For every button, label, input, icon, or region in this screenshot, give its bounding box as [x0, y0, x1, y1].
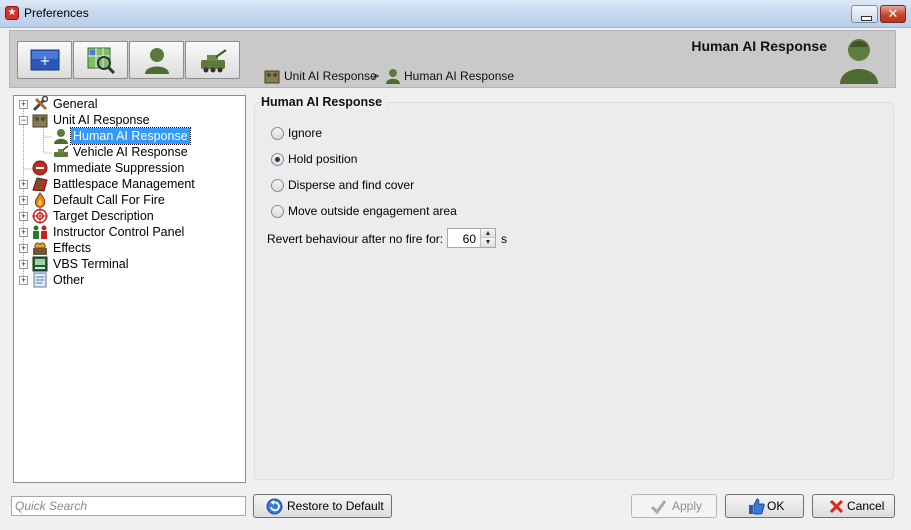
radio-label: Move outside engagement area — [288, 204, 457, 218]
expand-icon[interactable]: + — [19, 180, 28, 189]
soldier-icon — [54, 129, 68, 144]
soldier-icon — [386, 69, 400, 84]
tree-item-label: Vehicle AI Response — [73, 145, 188, 159]
section-title: Human AI Response — [261, 95, 387, 109]
radio-button[interactable] — [271, 179, 284, 192]
button-label: Apply — [672, 499, 703, 513]
radio-label: Hold position — [288, 152, 358, 166]
seconds-unit-label: s — [501, 232, 507, 246]
terminal-icon — [32, 256, 48, 272]
toolbar-button-map-search[interactable] — [73, 41, 128, 79]
radio-button-checked[interactable] — [271, 153, 284, 166]
toolbar-button-soldier[interactable] — [129, 41, 184, 79]
settings-panel: Human AI Response Ignore Hold position D… — [254, 95, 896, 483]
title-bar: ★ Preferences ✕ — [0, 0, 911, 28]
other-icon — [33, 272, 47, 288]
tree-item-human-ai-response[interactable]: Human AI Response — [14, 127, 245, 145]
tree-item-label: Immediate Suppression — [53, 161, 185, 175]
tree-item-vehicle-ai-response[interactable]: Vehicle AI Response — [14, 144, 245, 160]
instructor-icon — [33, 225, 47, 239]
cancel-button[interactable]: Cancel — [812, 494, 895, 518]
tree-item-label: General — [53, 97, 98, 111]
tree-item-default-call-for-fire[interactable]: + Default Call For Fire — [14, 192, 245, 208]
spin-down-arrow-icon[interactable]: ▼ — [481, 238, 495, 247]
close-button[interactable]: ✕ — [880, 5, 906, 23]
tree-item-other[interactable]: + Other — [14, 272, 245, 288]
thumbs-up-icon — [749, 498, 765, 515]
quick-search-input[interactable] — [11, 496, 246, 516]
vehicle-icon — [54, 145, 69, 157]
tree-item-label: Other — [53, 273, 85, 287]
restore-icon — [266, 498, 283, 515]
revert-seconds-spinbox[interactable]: 60 ▲ ▼ — [447, 228, 496, 248]
breadcrumb-current: Human AI Response — [404, 69, 515, 83]
spinbox-value[interactable]: 60 — [463, 232, 476, 246]
preferences-tree[interactable]: + General − Unit AI Response Human AI Re… — [13, 95, 246, 483]
minimize-button[interactable] — [851, 5, 878, 23]
map-search-icon — [87, 47, 116, 74]
radio-button[interactable] — [271, 205, 284, 218]
toolbar-button-add[interactable]: + — [17, 41, 72, 79]
battlespace-icon — [32, 177, 48, 192]
tree-item-label: Unit AI Response — [53, 113, 150, 127]
radio-button[interactable] — [271, 127, 284, 140]
suppression-icon — [32, 160, 48, 176]
revert-behaviour-label: Revert behaviour after no fire for: — [267, 232, 444, 246]
tree-item-label: VBS Terminal — [53, 257, 129, 271]
tree-item-battlespace-management[interactable]: + Battlespace Management — [14, 176, 245, 192]
tree-item-immediate-suppression[interactable]: Immediate Suppression — [14, 160, 245, 176]
tree-item-target-description[interactable]: + Target Description — [14, 208, 245, 224]
tree-item-general[interactable]: + General — [14, 96, 245, 112]
unit-icon — [32, 114, 48, 128]
spin-up-arrow-icon[interactable]: ▲ — [481, 229, 495, 238]
tree-item-unit-ai-response[interactable]: − Unit AI Response — [14, 112, 245, 128]
tree-item-vbs-terminal[interactable]: + VBS Terminal — [14, 256, 245, 272]
checkmark-icon — [650, 500, 667, 515]
radio-label: Disperse and find cover — [288, 178, 415, 192]
effects-icon — [33, 242, 47, 255]
expand-icon[interactable]: + — [19, 212, 28, 221]
breadcrumb-separator: > — [372, 69, 380, 83]
soldier-icon — [145, 48, 169, 74]
tools-icon — [32, 96, 48, 112]
expand-icon[interactable]: + — [19, 196, 28, 205]
tree-item-label: Effects — [53, 241, 91, 255]
tree-item-label: Human AI Response — [70, 127, 191, 145]
apply-button[interactable]: Apply — [631, 494, 717, 518]
expand-icon[interactable]: + — [19, 244, 28, 253]
tree-item-label: Default Call For Fire — [53, 193, 165, 207]
tree-item-label: Instructor Control Panel — [53, 225, 185, 239]
unit-icon — [264, 70, 280, 84]
vehicle-icon — [201, 49, 227, 73]
tree-item-label: Target Description — [53, 209, 154, 223]
preferences-header: + Human AI Response Unit AI Response > H… — [9, 30, 896, 88]
spinbox-buttons: ▲ ▼ — [480, 229, 495, 247]
target-icon — [32, 208, 48, 224]
button-label: OK — [767, 499, 785, 513]
page-title: Human AI Response — [691, 38, 827, 54]
toolbar-button-vehicle[interactable] — [185, 41, 240, 79]
svg-text:+: + — [40, 54, 51, 69]
button-label: Cancel — [847, 499, 885, 513]
breadcrumb-parent[interactable]: Unit AI Response — [284, 69, 377, 83]
radio-label: Ignore — [288, 126, 323, 140]
expand-icon[interactable]: + — [19, 100, 28, 109]
tree-item-label: Battlespace Management — [53, 177, 195, 191]
soldier-avatar-icon — [840, 39, 878, 84]
tree-item-effects[interactable]: + Effects — [14, 240, 245, 256]
tree-item-instructor-control-panel[interactable]: + Instructor Control Panel — [14, 224, 245, 240]
cancel-x-icon — [829, 499, 844, 514]
expand-icon[interactable]: + — [19, 260, 28, 269]
app-icon: ★ — [5, 6, 19, 20]
plus-icon: + — [30, 49, 60, 71]
restore-to-default-button[interactable]: Restore to Default — [253, 494, 392, 518]
fire-icon — [34, 192, 46, 208]
button-label: Restore to Default — [287, 499, 384, 513]
window-title: Preferences — [24, 6, 89, 20]
collapse-icon[interactable]: − — [19, 116, 28, 125]
expand-icon[interactable]: + — [19, 276, 28, 285]
expand-icon[interactable]: + — [19, 228, 28, 237]
ok-button[interactable]: OK — [725, 494, 804, 518]
